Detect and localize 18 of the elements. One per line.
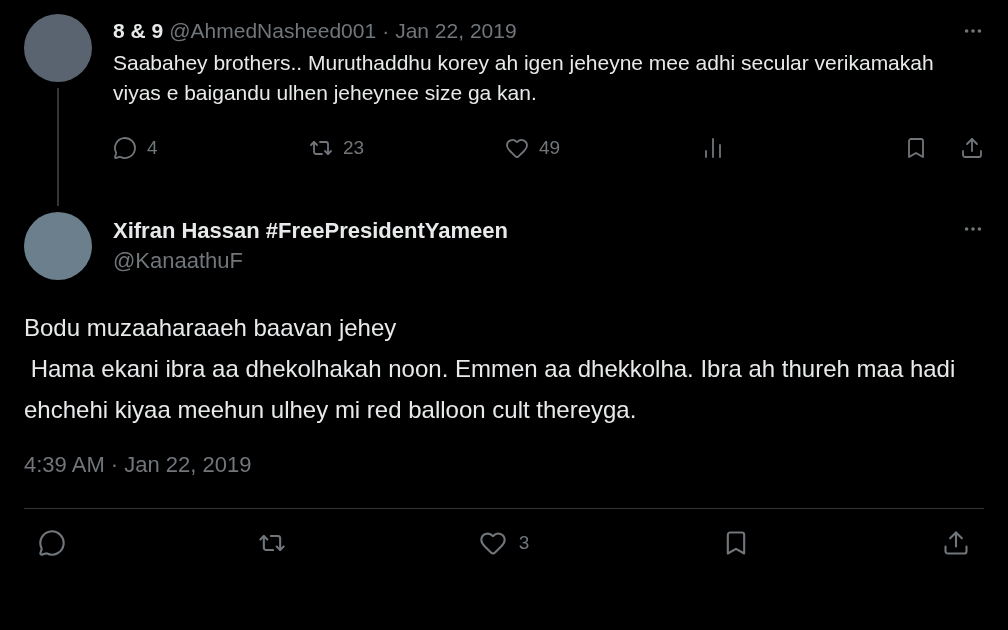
author-handle[interactable]: @KanaathuF (113, 248, 508, 274)
post-date[interactable]: Jan 22, 2019 (395, 19, 517, 43)
post-text: Saabahey brothers.. Muruthaddhu korey ah igen jeheyne mee adhi secular verikamakah viyas e baigandu ulhen jeheynee size ga kan. (113, 50, 935, 106)
action-count: 23 (343, 137, 365, 159)
action-count: 3 (518, 532, 530, 554)
post-text: Bodu muzaaharaaeh baavan jehey Hama ekani ibra aa dhekolhakah noon. Emmen aa dhekkolha. Ibra ah thureh maa hadi ehchehi kiyaa meehun ulhey mi red balloon cult thereyga. (24, 313, 957, 425)
action-count: 49 (539, 137, 561, 159)
author-handle[interactable]: @AhmedNasheed001 (169, 19, 377, 43)
author-name[interactable]: 8 & 9 (113, 19, 164, 43)
share-icon[interactable] (941, 529, 970, 557)
separator-dot: · (382, 19, 390, 43)
action-count: 4 (147, 137, 158, 159)
author-name[interactable]: Xifran Hassan #FreePresidentYameen (113, 218, 508, 244)
share-icon[interactable] (960, 136, 984, 160)
post-timestamp[interactable]: 4:39 AM · Jan 22, 2019 (24, 452, 984, 478)
reply-icon[interactable] (38, 529, 66, 557)
reply-icon[interactable] (113, 136, 137, 160)
heart-icon[interactable] (505, 136, 529, 160)
